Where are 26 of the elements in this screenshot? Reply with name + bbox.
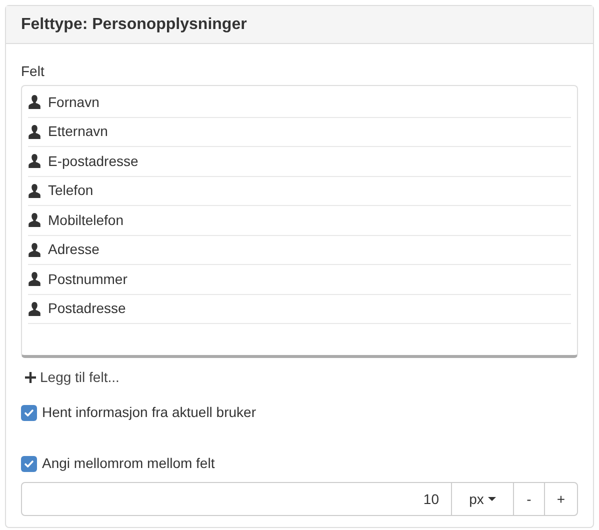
person-icon <box>28 242 41 257</box>
field-list-item[interactable]: Adresse <box>28 236 571 265</box>
person-icon <box>28 302 41 316</box>
checkbox-label: Angi mellomrom mellom felt <box>42 454 215 473</box>
field-list-item[interactable]: Mobiltelefon <box>28 206 571 236</box>
person-icon <box>28 154 41 168</box>
field-list-item[interactable]: Telefon <box>28 176 571 206</box>
add-field-link[interactable]: Legg til felt... <box>25 367 120 388</box>
panel-title: Felttype: Personopplysninger <box>21 14 247 34</box>
checkbox-label: Hent informasjon fra aktuell bruker <box>42 403 256 422</box>
person-icon <box>28 184 41 198</box>
checkbox[interactable] <box>21 404 37 420</box>
field-list-item[interactable]: Postadresse <box>28 294 571 324</box>
person-icon <box>28 95 41 110</box>
field-list-item[interactable]: Fornavn <box>28 88 571 118</box>
plus-icon <box>25 372 36 383</box>
field-list-item[interactable]: Postnummer <box>28 265 571 294</box>
checkmark-icon <box>24 408 34 418</box>
person-icon <box>28 124 41 139</box>
checkmark-icon <box>24 458 34 468</box>
field-list-item[interactable]: Etternavn <box>28 118 571 147</box>
checkbox[interactable] <box>21 456 37 472</box>
field-list-item[interactable]: E-postadresse <box>28 147 571 176</box>
field-list-label: Felt <box>21 62 46 81</box>
person-icon <box>28 272 41 286</box>
person-icon <box>28 213 41 228</box>
